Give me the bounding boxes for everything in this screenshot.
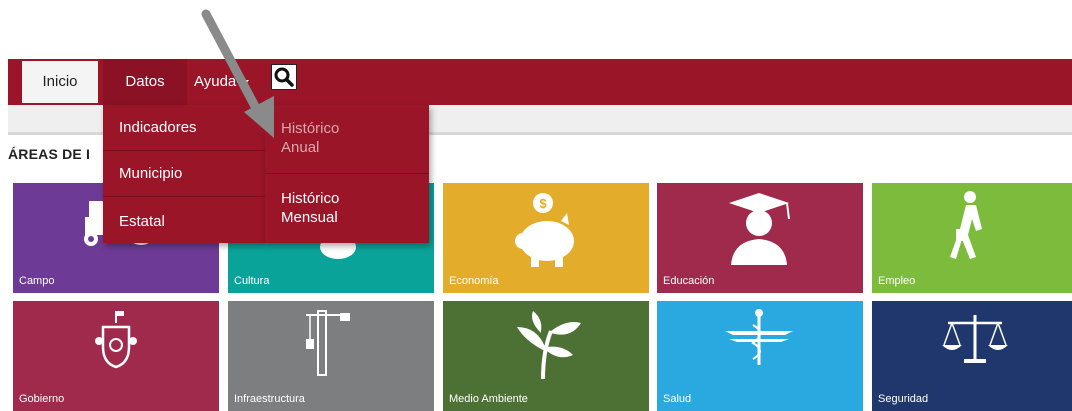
annotation-arrow-icon	[201, 9, 274, 138]
